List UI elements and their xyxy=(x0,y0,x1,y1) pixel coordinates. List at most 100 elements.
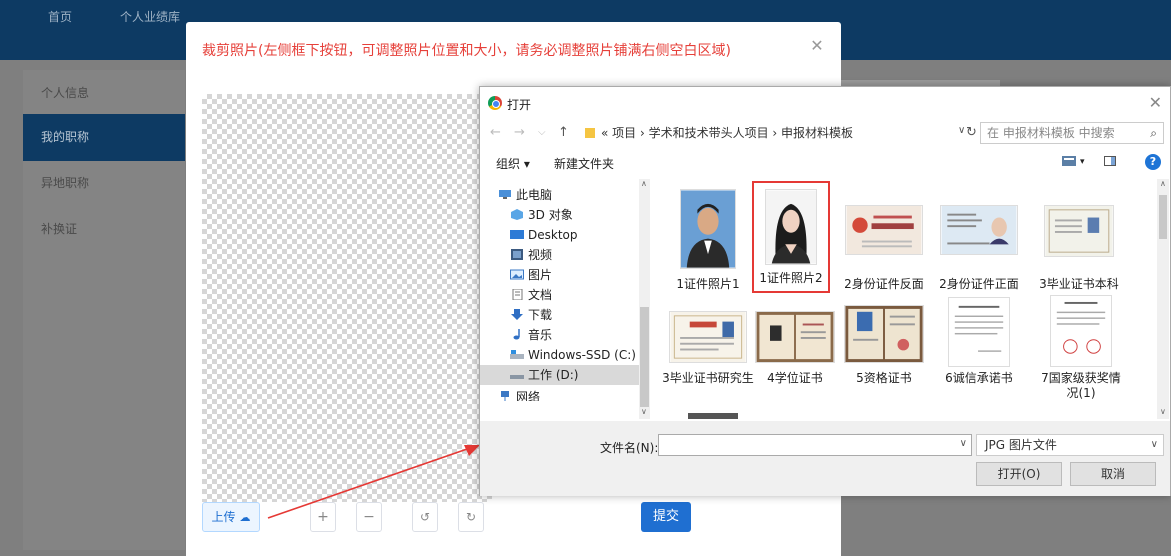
view-options-icon[interactable] xyxy=(1062,156,1076,166)
video-icon xyxy=(511,249,523,260)
tree-label: 音乐 xyxy=(528,328,553,342)
tree-item-network[interactable]: 网络 xyxy=(480,387,640,401)
sidebar-item-personal-info[interactable]: 个人信息 xyxy=(23,70,185,117)
search-placeholder: 在 申报材料模板 中搜索 xyxy=(987,126,1115,140)
scroll-down-icon[interactable]: ∨ xyxy=(641,407,647,416)
file-item[interactable]: 3毕业证书研究生 xyxy=(662,303,754,419)
file-list: 1证件照片1 1证件照片2 2身份证件反面 2身份证件正面 3毕业证书本科 3毕… xyxy=(652,179,1157,419)
zoom-out-button[interactable]: − xyxy=(356,502,382,532)
degree-thumbnail-icon xyxy=(755,311,835,363)
plus-icon: + xyxy=(317,509,329,525)
file-name: 5资格证书 xyxy=(856,371,912,385)
rotate-right-icon: ↻ xyxy=(465,510,477,524)
tree-label: 图片 xyxy=(528,268,553,282)
search-input[interactable]: 在 申报材料模板 中搜索 ⌕ xyxy=(980,122,1164,144)
rotate-left-button[interactable]: ↺ xyxy=(412,502,438,532)
submit-button[interactable]: 提交 xyxy=(641,502,691,532)
tree-item-videos[interactable]: 视频 xyxy=(480,245,640,265)
up-arrow-icon[interactable]: ↑ xyxy=(558,125,569,140)
tree-label: 3D 对象 xyxy=(528,208,573,222)
file-item[interactable]: 1证件照片1 xyxy=(665,185,751,301)
file-name: 1证件照片2 xyxy=(759,271,823,285)
scroll-thumb[interactable] xyxy=(1159,195,1167,239)
upload-button[interactable]: 上传 ☁ xyxy=(202,502,260,532)
file-item[interactable]: 2身份证件反面 xyxy=(841,185,927,301)
tree-item-pictures[interactable]: 图片 xyxy=(480,265,640,285)
file-item[interactable]: 4学位证书 xyxy=(752,303,838,419)
id-card-front-icon xyxy=(940,205,1018,255)
refresh-icon[interactable]: ↻ xyxy=(966,125,977,140)
nav-performance[interactable]: 个人业绩库 xyxy=(120,0,180,60)
help-icon[interactable]: ? xyxy=(1145,154,1161,170)
photo-thumbnail-icon xyxy=(765,189,817,265)
tree-item-drive-d[interactable]: 工作 (D:) xyxy=(480,365,640,385)
cloud-upload-icon: ☁ xyxy=(239,511,251,524)
file-name: 3毕业证书本科 xyxy=(1039,277,1119,291)
tree-item-3d-objects[interactable]: 3D 对象 xyxy=(480,205,640,225)
tree-label: 视频 xyxy=(528,248,553,262)
chevron-down-icon: ∨ xyxy=(1150,439,1158,450)
files-scrollbar[interactable]: ∧ ∨ xyxy=(1157,179,1169,419)
drive-icon xyxy=(510,350,524,359)
navigation-pane: 此电脑 3D 对象 Desktop 视频 图片 文档 下载 音乐 Windows… xyxy=(480,179,650,419)
filetype-value: JPG 图片文件 xyxy=(985,438,1057,452)
tree-item-documents[interactable]: 文档 xyxy=(480,285,640,305)
view-dropdown-icon[interactable]: ▾ xyxy=(1080,157,1085,167)
tree-item-drive-c[interactable]: Windows-SSD (C:) xyxy=(480,345,640,365)
music-icon xyxy=(513,329,520,340)
pictures-icon xyxy=(510,269,524,280)
recent-dropdown-icon[interactable]: ⌵ xyxy=(538,127,546,138)
photo-thumbnail-icon xyxy=(680,189,736,269)
forward-arrow-icon[interactable]: → xyxy=(514,125,525,140)
cancel-button[interactable]: 取消 xyxy=(1070,462,1156,486)
organize-menu[interactable]: 组织 ▾ xyxy=(496,155,530,172)
tree-label: Windows-SSD (C:) xyxy=(528,348,636,362)
tree-item-desktop[interactable]: Desktop xyxy=(480,225,640,245)
close-icon[interactable]: ✕ xyxy=(809,38,825,54)
file-item[interactable]: 2身份证件正面 xyxy=(936,185,1022,301)
desktop-icon xyxy=(510,230,524,239)
breadcrumb-text: « 项目 › 学术和技术带头人项目 › 申报材料模板 xyxy=(601,126,854,140)
rotate-right-button[interactable]: ↻ xyxy=(458,502,484,532)
tree-item-this-pc[interactable]: 此电脑 xyxy=(480,185,640,205)
new-folder-button[interactable]: 新建文件夹 xyxy=(554,155,614,172)
modal-title: 裁剪照片(左侧框下按钮，可调整照片位置和大小，请务必调整照片铺满右侧空白区域) xyxy=(202,43,731,59)
crop-canvas[interactable] xyxy=(202,94,492,502)
preview-pane-icon[interactable] xyxy=(1104,156,1116,166)
tree-scrollbar[interactable]: ∧ ∨ xyxy=(639,179,650,419)
sidebar-item-remote-title[interactable]: 异地职称 xyxy=(23,160,185,207)
close-icon[interactable]: ✕ xyxy=(1149,93,1162,112)
scroll-up-icon[interactable]: ∧ xyxy=(1160,179,1166,188)
file-name: 7国家级获奖情况(1) xyxy=(1041,371,1121,400)
file-item[interactable]: 7国家级获奖情况(1) xyxy=(1036,295,1126,419)
file-name: 1证件照片1 xyxy=(676,277,740,291)
file-item[interactable]: 6诚信承诺书 xyxy=(936,297,1022,419)
filename-input[interactable]: ∨ xyxy=(658,434,972,456)
file-name: 6诚信承诺书 xyxy=(945,371,1013,385)
zoom-in-button[interactable]: + xyxy=(310,502,336,532)
breadcrumb-path[interactable]: « 项目 › 学术和技术带头人项目 › 申报材料模板 xyxy=(580,122,978,144)
scroll-down-icon[interactable]: ∨ xyxy=(1160,407,1166,416)
tree-item-music[interactable]: 音乐 xyxy=(480,325,640,345)
dialog-titlebar: 打开 ✕ xyxy=(480,87,1170,119)
tree-label: 工作 (D:) xyxy=(528,368,579,382)
path-dropdown-icon[interactable]: ∨ xyxy=(958,125,965,136)
file-name: 2身份证件正面 xyxy=(939,277,1019,291)
file-item[interactable]: 3毕业证书本科 xyxy=(1036,185,1122,301)
minus-icon: − xyxy=(363,509,375,525)
file-open-dialog: 打开 ✕ ← → ⌵ ↑ « 项目 › 学术和技术带头人项目 › 申报材料模板 … xyxy=(479,86,1171,496)
chevron-down-icon[interactable]: ∨ xyxy=(960,438,967,449)
document-thumbnail-icon xyxy=(948,297,1010,367)
nav-home[interactable]: 首页 xyxy=(48,0,72,60)
open-button[interactable]: 打开(O) xyxy=(976,462,1062,486)
sidebar-item-my-title[interactable]: 我的职称 xyxy=(23,114,185,161)
filetype-select[interactable]: JPG 图片文件 ∨ xyxy=(976,434,1164,456)
sidebar-item-replace-cert[interactable]: 补换证 xyxy=(23,206,185,253)
scroll-thumb[interactable] xyxy=(640,307,649,407)
back-arrow-icon[interactable]: ← xyxy=(490,125,501,140)
tree-item-downloads[interactable]: 下载 xyxy=(480,305,640,325)
tree-label: 下载 xyxy=(528,308,553,322)
file-item-selected[interactable]: 1证件照片2 xyxy=(752,181,830,293)
file-item[interactable]: 5资格证书 xyxy=(841,303,927,419)
scroll-up-icon[interactable]: ∧ xyxy=(641,179,647,188)
